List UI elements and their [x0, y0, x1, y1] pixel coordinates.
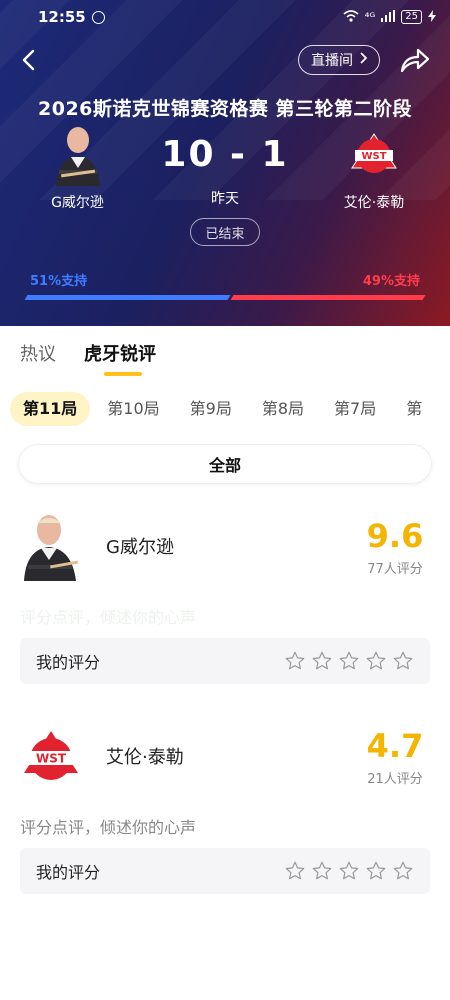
- average-score: 9.6: [366, 516, 424, 555]
- svg-text:WST: WST: [361, 151, 386, 162]
- star-icon[interactable]: [365, 860, 387, 882]
- my-rating-row: 我的评分: [20, 638, 430, 684]
- charging-icon: [428, 9, 436, 25]
- status-time: 12:55: [38, 8, 86, 26]
- star-rating: [284, 860, 414, 882]
- rating-count: 77人评分: [367, 561, 423, 577]
- status-bar: 12:55 ⁴ᴳ 25: [0, 0, 450, 34]
- round-item[interactable]: 第11局: [10, 392, 91, 426]
- wst-logo-icon: WST: [20, 721, 82, 791]
- tab-ratings[interactable]: 虎牙锐评: [84, 340, 156, 376]
- match-title: 2026斯诺克世锦赛资格赛 第三轮第二阶段: [38, 98, 412, 120]
- tab-bar: 热议 虎牙锐评: [20, 340, 156, 376]
- star-icon[interactable]: [392, 650, 414, 672]
- star-icon[interactable]: [338, 650, 360, 672]
- right-support-text: 49%支持: [362, 274, 420, 289]
- back-icon[interactable]: [18, 48, 42, 72]
- star-icon[interactable]: [284, 650, 306, 672]
- support-bar-right: [230, 295, 426, 300]
- player-photo-avatar: [20, 511, 82, 581]
- chevron-right-icon: [359, 52, 368, 68]
- right-player[interactable]: WST 艾伦·泰勒: [332, 124, 416, 212]
- right-player-name: 艾伦·泰勒: [343, 195, 405, 211]
- live-room-button[interactable]: 直播间: [298, 45, 380, 75]
- round-item[interactable]: 第10局: [94, 392, 172, 426]
- player-name: 艾伦·泰勒: [106, 747, 184, 768]
- status-icons: ⁴ᴳ 25: [343, 9, 436, 25]
- support-bar: [24, 295, 426, 300]
- live-room-label: 直播间: [311, 53, 353, 69]
- support-bar-left: [24, 295, 231, 300]
- star-icon[interactable]: [311, 650, 333, 672]
- rating-summary: 9.6 77人评分: [360, 516, 430, 577]
- wifi-icon: [343, 9, 359, 25]
- average-score: 4.7: [366, 726, 424, 765]
- round-item[interactable]: 第7局: [321, 392, 389, 426]
- star-icon[interactable]: [365, 650, 387, 672]
- player-rating-card: G威尔逊 9.6 77人评分 评分点评，倾述你的心声 我的评分: [20, 506, 430, 684]
- my-rating-row: 我的评分: [20, 848, 430, 894]
- signal-icon: [381, 9, 396, 25]
- star-icon[interactable]: [392, 860, 414, 882]
- star-icon[interactable]: [338, 860, 360, 882]
- rating-count: 21人评分: [367, 771, 423, 787]
- player-name: G威尔逊: [106, 537, 174, 558]
- wst-logo-icon: WST: [349, 124, 399, 186]
- comment-input[interactable]: 评分点评，倾述你的心声: [20, 814, 430, 837]
- tab-discussion[interactable]: 热议: [20, 340, 56, 366]
- match-status-badge: 已结束: [190, 218, 260, 246]
- svg-text:WST: WST: [36, 752, 67, 766]
- all-filter-button[interactable]: 全部: [18, 444, 432, 484]
- player-rating-card: WST 艾伦·泰勒 4.7 21人评分 评分点评，倾述你的心声 我的评分: [20, 716, 430, 894]
- comment-input[interactable]: 评分点评，倾述你的心声: [20, 604, 430, 627]
- match-header: 12:55 ⁴ᴳ 25 直播间 2026斯诺克世锦赛资格赛 第三轮第二阶段 G威…: [0, 0, 450, 326]
- my-rating-label: 我的评分: [36, 863, 101, 882]
- star-icon[interactable]: [311, 860, 333, 882]
- round-item[interactable]: 第8局: [249, 392, 317, 426]
- battery-icon: 25: [401, 10, 422, 24]
- star-rating: [284, 650, 414, 672]
- notification-icon: [91, 10, 105, 24]
- round-item[interactable]: 第: [393, 392, 435, 426]
- my-rating-label: 我的评分: [36, 653, 101, 672]
- round-item[interactable]: 第9局: [177, 392, 245, 426]
- share-icon[interactable]: [398, 46, 430, 74]
- rating-summary: 4.7 21人评分: [360, 726, 430, 787]
- signal-label: ⁴ᴳ: [364, 10, 376, 24]
- star-icon[interactable]: [284, 860, 306, 882]
- left-support-text: 51%支持: [30, 274, 88, 289]
- round-selector: 第11局 第10局 第9局 第8局 第7局 第: [10, 392, 439, 426]
